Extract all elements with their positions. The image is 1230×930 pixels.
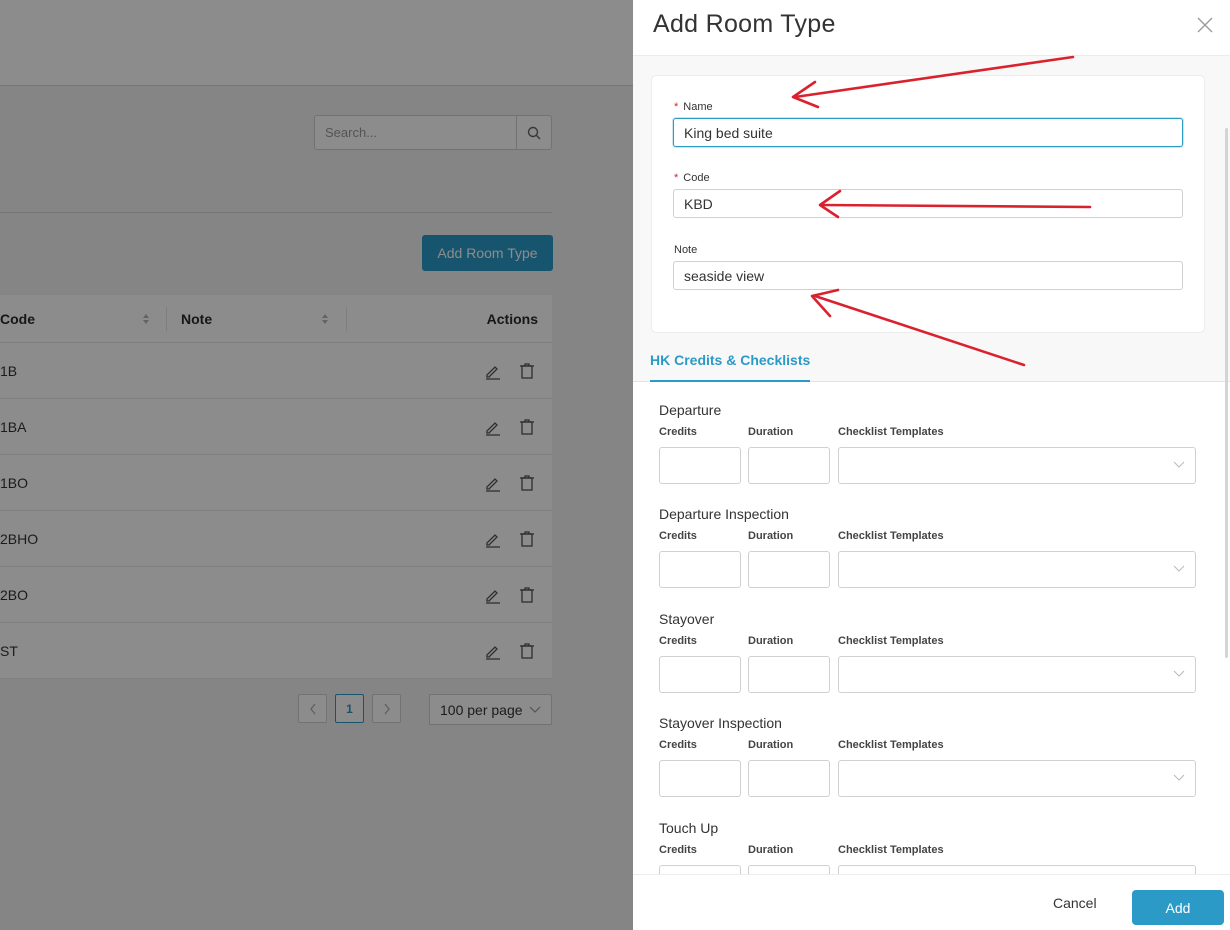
- note-label: Note: [674, 244, 698, 256]
- chevron-down-icon: [1173, 670, 1185, 677]
- code-input[interactable]: [673, 189, 1183, 218]
- duration-label: Duration: [748, 635, 794, 647]
- required-marker: *: [674, 101, 679, 113]
- section-title: Touch Up: [659, 820, 719, 836]
- checklist-templates-select[interactable]: [838, 447, 1196, 484]
- note-input[interactable]: [673, 261, 1183, 290]
- duration-input[interactable]: [748, 656, 830, 693]
- templates-label: Checklist Templates: [838, 844, 944, 856]
- section-title: Stayover: [659, 611, 715, 627]
- chevron-down-icon: [1173, 565, 1185, 572]
- code-label: * Code: [674, 172, 710, 184]
- templates-label: Checklist Templates: [838, 739, 944, 751]
- required-marker: *: [674, 172, 679, 184]
- credits-label: Credits: [659, 530, 697, 542]
- templates-label: Checklist Templates: [838, 426, 944, 438]
- drawer-title: Add Room Type: [653, 10, 836, 38]
- credits-input[interactable]: [659, 447, 741, 484]
- section-touch-up: Touch Up Credits Duration Checklist Temp…: [659, 820, 1199, 874]
- close-icon[interactable]: [1196, 16, 1214, 34]
- credits-label: Credits: [659, 739, 697, 751]
- name-input[interactable]: [673, 118, 1183, 147]
- duration-input[interactable]: [748, 551, 830, 588]
- section-departure-inspection: Departure Inspection Credits Duration Ch…: [659, 506, 1199, 588]
- hk-credits-panel: Departure Credits Duration Checklist Tem…: [633, 382, 1230, 874]
- add-room-type-drawer: Add Room Type *Name *Code Note HK Credit…: [633, 0, 1230, 930]
- add-button[interactable]: Add: [1132, 890, 1224, 925]
- credits-input[interactable]: [659, 551, 741, 588]
- templates-label: Checklist Templates: [838, 635, 944, 647]
- room-type-details-card: *Name *Code Note: [651, 75, 1205, 333]
- credits-input[interactable]: [659, 760, 741, 797]
- checklist-templates-select[interactable]: [838, 760, 1196, 797]
- checklist-templates-select[interactable]: [838, 551, 1196, 588]
- drawer-header: Add Room Type: [633, 0, 1230, 56]
- credits-label: Credits: [659, 635, 697, 647]
- drawer-footer: Cancel Add: [633, 874, 1230, 930]
- section-stayover: Stayover Credits Duration Checklist Temp…: [659, 611, 1199, 693]
- section-stayover-inspection: Stayover Inspection Credits Duration Che…: [659, 715, 1199, 797]
- checklist-templates-select[interactable]: [838, 656, 1196, 693]
- section-title: Departure Inspection: [659, 506, 789, 522]
- duration-input[interactable]: [748, 760, 830, 797]
- credits-label: Credits: [659, 426, 697, 438]
- chevron-down-icon: [1173, 774, 1185, 781]
- duration-label: Duration: [748, 844, 794, 856]
- tab-hk-credits-checklists[interactable]: HK Credits & Checklists: [650, 352, 811, 382]
- section-title: Departure: [659, 402, 722, 418]
- scrollbar[interactable]: [1225, 128, 1228, 658]
- duration-input[interactable]: [748, 447, 830, 484]
- tab-bar: HK Credits & Checklists: [633, 350, 1230, 382]
- section-departure: Departure Credits Duration Checklist Tem…: [659, 402, 1199, 484]
- duration-label: Duration: [748, 739, 794, 751]
- checklist-templates-select[interactable]: [838, 865, 1196, 874]
- section-title: Stayover Inspection: [659, 715, 782, 731]
- credits-input[interactable]: [659, 656, 741, 693]
- duration-input[interactable]: [748, 865, 830, 874]
- drawer-body: *Name *Code Note HK Credits & Checklists…: [633, 56, 1230, 874]
- templates-label: Checklist Templates: [838, 530, 944, 542]
- name-label: * Name: [674, 101, 713, 113]
- duration-label: Duration: [748, 530, 794, 542]
- chevron-down-icon: [1173, 461, 1185, 468]
- credits-input[interactable]: [659, 865, 741, 874]
- duration-label: Duration: [748, 426, 794, 438]
- cancel-button[interactable]: Cancel: [1053, 895, 1097, 911]
- credits-label: Credits: [659, 844, 697, 856]
